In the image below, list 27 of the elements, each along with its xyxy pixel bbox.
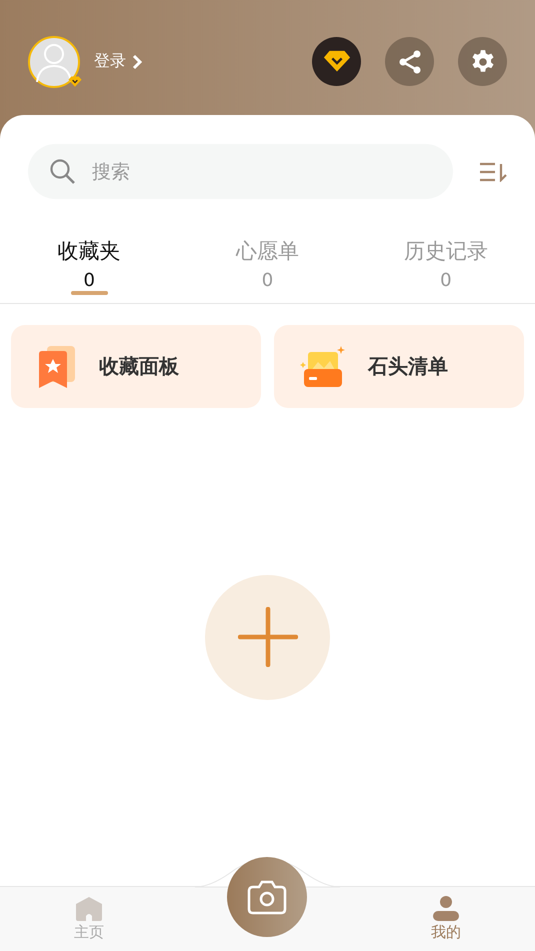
- share-icon: [398, 50, 422, 74]
- person-icon: [432, 896, 459, 921]
- tab[interactable]: 历史记录 0: [356, 237, 535, 295]
- login-link[interactable]: 登录: [94, 51, 142, 72]
- camera-icon: [247, 879, 287, 915]
- search-icon: [50, 159, 76, 185]
- tab[interactable]: 收藏夹 0: [0, 237, 178, 295]
- home-icon: [76, 896, 102, 920]
- shortcut-card[interactable]: 石头清单: [274, 325, 524, 408]
- image-tray-icon: [300, 346, 346, 388]
- bookmark-icon: [37, 346, 77, 388]
- plus-icon: [238, 607, 298, 667]
- diamond-icon: [322, 50, 350, 73]
- settings-button[interactable]: [458, 37, 507, 86]
- nav-tab[interactable]: 主页: [0, 887, 178, 951]
- avatar[interactable]: [28, 36, 80, 88]
- search-field[interactable]: 搜索: [28, 144, 453, 199]
- chevron-icon: [132, 54, 142, 70]
- shortcut-card[interactable]: 收藏面板: [11, 325, 261, 408]
- sort-icon[interactable]: [479, 162, 507, 182]
- person-icon: [35, 42, 73, 82]
- badge-icon: [68, 76, 82, 88]
- nav-tab[interactable]: 我的: [356, 887, 535, 951]
- tab[interactable]: 心愿单 0: [178, 237, 357, 295]
- settings-icon: [470, 48, 496, 74]
- share-button[interactable]: [385, 37, 434, 86]
- vip-button[interactable]: [312, 37, 361, 86]
